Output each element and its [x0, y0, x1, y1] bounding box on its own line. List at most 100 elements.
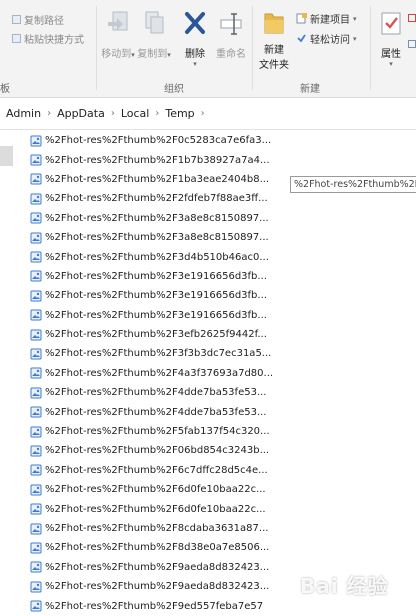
delete-icon	[185, 12, 205, 34]
file-name: %2Fhot-res%2Fthumb%2F3e1916656d3fb...	[45, 309, 267, 321]
image-file-icon	[30, 561, 42, 573]
navigation-selected-item[interactable]	[0, 146, 13, 166]
copy-to-label: 复制到	[137, 49, 168, 60]
file-name: %2Fhot-res%2Fthumb%2F4a3f37693a7d80...	[45, 367, 274, 379]
file-row[interactable]: %2Fhot-res%2Fthumb%2F3a8e8c8150897...	[30, 209, 416, 228]
move-to-icon	[108, 11, 128, 31]
breadcrumb-local[interactable]: Local	[118, 107, 153, 120]
file-row[interactable]: %2Fhot-res%2Fthumb%2F3e1916656d3fb...	[30, 306, 416, 325]
file-row[interactable]: %2Fhot-res%2Fthumb%2F8d38e0a7e8506...	[30, 538, 416, 557]
address-bar[interactable]: Admin › AppData › Local › Temp ›	[0, 98, 416, 130]
image-file-icon	[30, 367, 42, 379]
copy-path-icon	[12, 15, 21, 24]
new-folder-icon	[264, 13, 284, 34]
file-name: %2Fhot-res%2Fthumb%2F3e1916656d3fb...	[45, 270, 267, 282]
breadcrumb-appdata[interactable]: AppData	[54, 107, 108, 120]
new-item-label: 新建项目	[310, 15, 350, 26]
new-folder-button[interactable]: 新建 文件夹	[256, 10, 292, 71]
file-name: %2Fhot-res%2Fthumb%2F1ba3eae2404b8...	[45, 173, 270, 185]
ribbon-separator	[370, 6, 371, 90]
open-small-icon[interactable]	[408, 14, 416, 22]
breadcrumb-temp[interactable]: Temp	[162, 107, 197, 120]
image-file-icon	[30, 348, 42, 360]
copy-path-label: 复制路径	[24, 16, 64, 27]
image-file-icon	[30, 154, 42, 166]
file-name: %2Fhot-res%2Fthumb%2F9aeda8d832423...	[45, 561, 270, 573]
file-row[interactable]: %2Fhot-res%2Fthumb%2F4dde7ba53fe53...	[30, 383, 416, 402]
paste-shortcut-label: 粘贴快捷方式	[24, 35, 84, 46]
file-name: %2Fhot-res%2Fthumb%2F0c5283ca7e6fa3...	[45, 135, 272, 147]
file-row[interactable]: %2Fhot-res%2Fthumb%2F3f3b3dc7ec31a5...	[30, 344, 416, 363]
file-row[interactable]: %2Fhot-res%2Fthumb%2F8cdaba3631a87...	[30, 519, 416, 538]
chevron-right-icon[interactable]: ›	[198, 108, 208, 119]
image-file-icon	[30, 193, 42, 205]
properties-label: 属性	[381, 49, 401, 60]
properties-dropdown-icon[interactable]: ▾	[374, 60, 408, 68]
new-item-button[interactable]: 新建项目 ▾	[296, 11, 357, 26]
chevron-right-icon[interactable]: ›	[108, 108, 118, 119]
file-row[interactable]: %2Fhot-res%2Fthumb%2F9ed557feba7e57	[30, 596, 416, 615]
organize-group-label: 组织	[164, 84, 184, 95]
file-name: %2Fhot-res%2Fthumb%2F5fab137f54c320...	[45, 426, 270, 438]
paste-shortcut-button[interactable]: 粘贴快捷方式	[12, 31, 84, 46]
file-row[interactable]: %2Fhot-res%2Fthumb%2F3e1916656d3fb...	[30, 267, 416, 286]
chevron-right-icon[interactable]: ›	[44, 108, 54, 119]
rename-icon	[220, 13, 242, 35]
file-row[interactable]: %2Fhot-res%2Fthumb%2F1b7b38927a7a4...	[30, 150, 416, 169]
image-file-icon	[30, 173, 42, 185]
file-row[interactable]: %2Fhot-res%2Fthumb%2F5fab137f54c320...	[30, 422, 416, 441]
image-file-icon	[30, 503, 42, 515]
file-name: %2Fhot-res%2Fthumb%2F4dde7ba53fe53...	[45, 406, 267, 418]
file-name: %2Fhot-res%2Fthumb%2F3a8e8c8150897...	[45, 212, 269, 224]
ribbon-separator	[252, 6, 253, 90]
file-name: %2Fhot-res%2Fthumb%2F3e1916656d3fb...	[45, 290, 267, 302]
image-file-icon	[30, 270, 42, 282]
baidu-watermark: Bai 经验	[300, 574, 389, 598]
image-file-icon	[30, 484, 42, 496]
file-row[interactable]: %2Fhot-res%2Fthumb%2F0c5283ca7e6fa3...	[30, 131, 416, 150]
file-row[interactable]: %2Fhot-res%2Fthumb%2F06bd854c3243b...	[30, 441, 416, 460]
file-list[interactable]: %2Fhot-res%2Fthumb%2F0c5283ca7e6fa3... %2…	[30, 131, 416, 616]
file-row[interactable]: %2Fhot-res%2Fthumb%2F3a8e8c8150897...	[30, 228, 416, 247]
properties-button[interactable]: 属性 ▾	[374, 10, 408, 68]
new-item-icon	[296, 13, 307, 24]
filename-tooltip: %2Fhot-res%2Fthumb%2F1ba3ea	[290, 176, 416, 193]
file-row[interactable]: %2Fhot-res%2Fthumb%2F4dde7ba53fe53...	[30, 402, 416, 421]
image-file-icon	[30, 251, 42, 263]
breadcrumb-admin[interactable]: Admin	[0, 107, 44, 120]
file-name: %2Fhot-res%2Fthumb%2F06bd854c3243b...	[45, 445, 270, 457]
file-row[interactable]: %2Fhot-res%2Fthumb%2F6d0fe10baa22c...	[30, 499, 416, 518]
copy-to-button[interactable]: 复制到▾	[136, 10, 172, 60]
file-row[interactable]: %2Fhot-res%2Fthumb%2F6c7dffc28d5c4e...	[30, 461, 416, 480]
image-file-icon	[30, 445, 42, 457]
chevron-right-icon[interactable]: ›	[152, 108, 162, 119]
new-folder-label-line1: 新建	[264, 45, 284, 56]
easy-access-button[interactable]: 轻松访问 ▾	[296, 31, 357, 46]
move-to-label: 移动到	[101, 49, 132, 60]
ribbon: 复制路径 粘贴快捷方式 板 移动到▾ 复制到▾ 删除 ▾ 重命名 组织 新建 文…	[0, 0, 416, 98]
edit-small-icon[interactable]	[408, 40, 416, 48]
file-row[interactable]: %2Fhot-res%2Fthumb%2F3d4b510b46ac0...	[30, 247, 416, 266]
move-to-button[interactable]: 移动到▾	[100, 10, 136, 60]
rename-button[interactable]: 重命名	[214, 10, 248, 60]
file-name: %2Fhot-res%2Fthumb%2F6c7dffc28d5c4e...	[45, 464, 268, 476]
file-name: %2Fhot-res%2Fthumb%2F2fdfeb7f88ae3ff...	[45, 193, 268, 205]
file-name: %2Fhot-res%2Fthumb%2F3efb2625f9442f...	[45, 329, 267, 341]
image-file-icon	[30, 426, 42, 438]
navigation-pane[interactable]	[0, 130, 22, 607]
file-name: %2Fhot-res%2Fthumb%2F9ed557feba7e57	[45, 600, 264, 612]
file-row[interactable]: %2Fhot-res%2Fthumb%2F3efb2625f9442f...	[30, 325, 416, 344]
delete-dropdown-icon[interactable]: ▾	[182, 60, 208, 68]
file-row[interactable]: %2Fhot-res%2Fthumb%2F6d0fe10baa22c...	[30, 480, 416, 499]
file-name: %2Fhot-res%2Fthumb%2F3f3b3dc7ec31a5...	[45, 348, 272, 360]
file-name: %2Fhot-res%2Fthumb%2F3a8e8c8150897...	[45, 232, 269, 244]
file-row[interactable]: %2Fhot-res%2Fthumb%2F3e1916656d3fb...	[30, 286, 416, 305]
copy-to-icon	[145, 11, 164, 34]
new-folder-label-line2: 文件夹	[259, 60, 289, 71]
file-row[interactable]: %2Fhot-res%2Fthumb%2F4a3f37693a7d80...	[30, 364, 416, 383]
copy-path-button[interactable]: 复制路径	[12, 12, 64, 27]
delete-button[interactable]: 删除 ▾	[182, 10, 208, 68]
image-file-icon	[30, 406, 42, 418]
image-file-icon	[30, 600, 42, 612]
easy-access-icon	[297, 34, 306, 43]
